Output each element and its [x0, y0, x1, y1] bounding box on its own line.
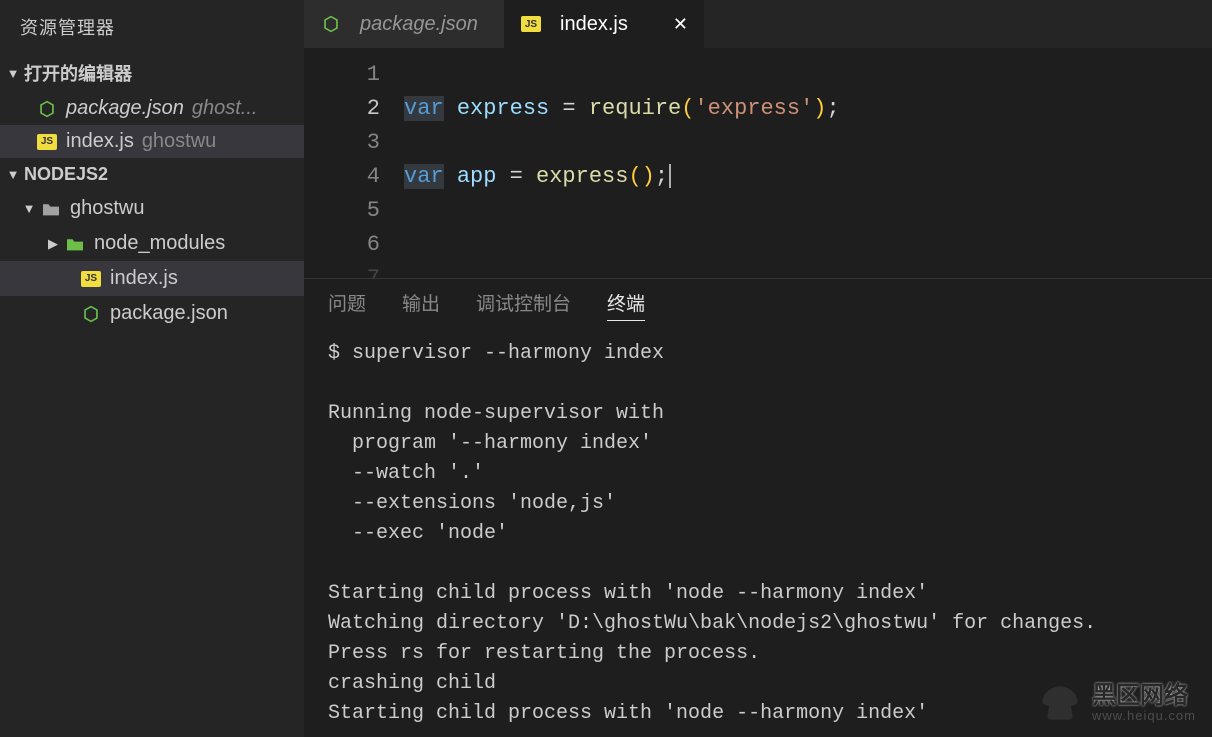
folder-icon	[64, 234, 86, 254]
file-name: index.js	[66, 130, 134, 153]
file-name: package.json	[110, 302, 228, 325]
editor-tabs: package.json JS index.js ✕	[304, 0, 1212, 48]
js-icon: JS	[80, 269, 102, 289]
close-icon[interactable]: ✕	[673, 14, 688, 35]
folder-open-icon	[40, 199, 62, 219]
chevron-down-icon: ▼	[4, 167, 22, 182]
open-editors-label: 打开的编辑器	[24, 60, 132, 86]
nodejs-icon	[80, 304, 102, 324]
code-line: var app = express();	[404, 160, 1212, 194]
chevron-right-icon: ▶	[44, 236, 62, 252]
chevron-down-icon: ▼	[4, 66, 22, 81]
tree-file[interactable]: package.json	[0, 296, 304, 331]
js-icon: JS	[520, 14, 542, 34]
explorer-sidebar: 资源管理器 ▼ 打开的编辑器 package.json ghost... JS …	[0, 0, 304, 737]
file-folder: ghost...	[192, 97, 258, 120]
tab-index-js[interactable]: JS index.js ✕	[504, 0, 704, 48]
js-icon: JS	[36, 132, 58, 152]
nodejs-icon	[320, 14, 342, 34]
tree-folder[interactable]: ▶ node_modules	[0, 226, 304, 261]
folder-name: ghostwu	[70, 197, 145, 220]
code-editor[interactable]: 1 2 3 4 5 6 7 var express = require('exp…	[304, 48, 1212, 278]
project-header[interactable]: ▼ NODEJS2	[0, 158, 304, 191]
code-line: var express = require('express');	[404, 92, 1212, 126]
code-line	[404, 228, 1212, 262]
chevron-down-icon: ▼	[20, 201, 38, 216]
project-label: NODEJS2	[24, 164, 108, 185]
tab-label: index.js	[560, 13, 628, 36]
file-name: package.json	[66, 97, 184, 120]
tab-package-json[interactable]: package.json	[304, 0, 504, 48]
tab-terminal[interactable]: 终端	[607, 289, 645, 321]
tab-debug-console[interactable]: 调试控制台	[476, 289, 571, 321]
folder-name: node_modules	[94, 232, 225, 255]
terminal-output[interactable]: $ supervisor --harmony index Running nod…	[304, 331, 1212, 737]
file-folder: ghostwu	[142, 130, 217, 153]
tab-label: package.json	[360, 13, 478, 36]
open-editors-header[interactable]: ▼ 打开的编辑器	[0, 54, 304, 92]
file-name: index.js	[110, 267, 178, 290]
bottom-panel: 问题 输出 调试控制台 终端 $ supervisor --harmony in…	[304, 278, 1212, 737]
tree-folder[interactable]: ▼ ghostwu	[0, 191, 304, 226]
tree-file[interactable]: JS index.js	[0, 261, 304, 296]
code-content[interactable]: var express = require('express'); var ap…	[404, 58, 1212, 278]
explorer-title: 资源管理器	[0, 0, 304, 54]
tab-output[interactable]: 输出	[402, 289, 440, 321]
nodejs-icon	[36, 99, 58, 119]
line-numbers: 1 2 3 4 5 6 7	[304, 58, 404, 278]
open-editor-item[interactable]: package.json ghost...	[0, 92, 304, 125]
main-area: package.json JS index.js ✕ 1 2 3 4 5 6 7…	[304, 0, 1212, 737]
panel-tabs: 问题 输出 调试控制台 终端	[304, 279, 1212, 331]
text-cursor	[669, 164, 671, 188]
tab-problems[interactable]: 问题	[328, 289, 366, 321]
open-editor-item[interactable]: JS index.js ghostwu	[0, 125, 304, 158]
